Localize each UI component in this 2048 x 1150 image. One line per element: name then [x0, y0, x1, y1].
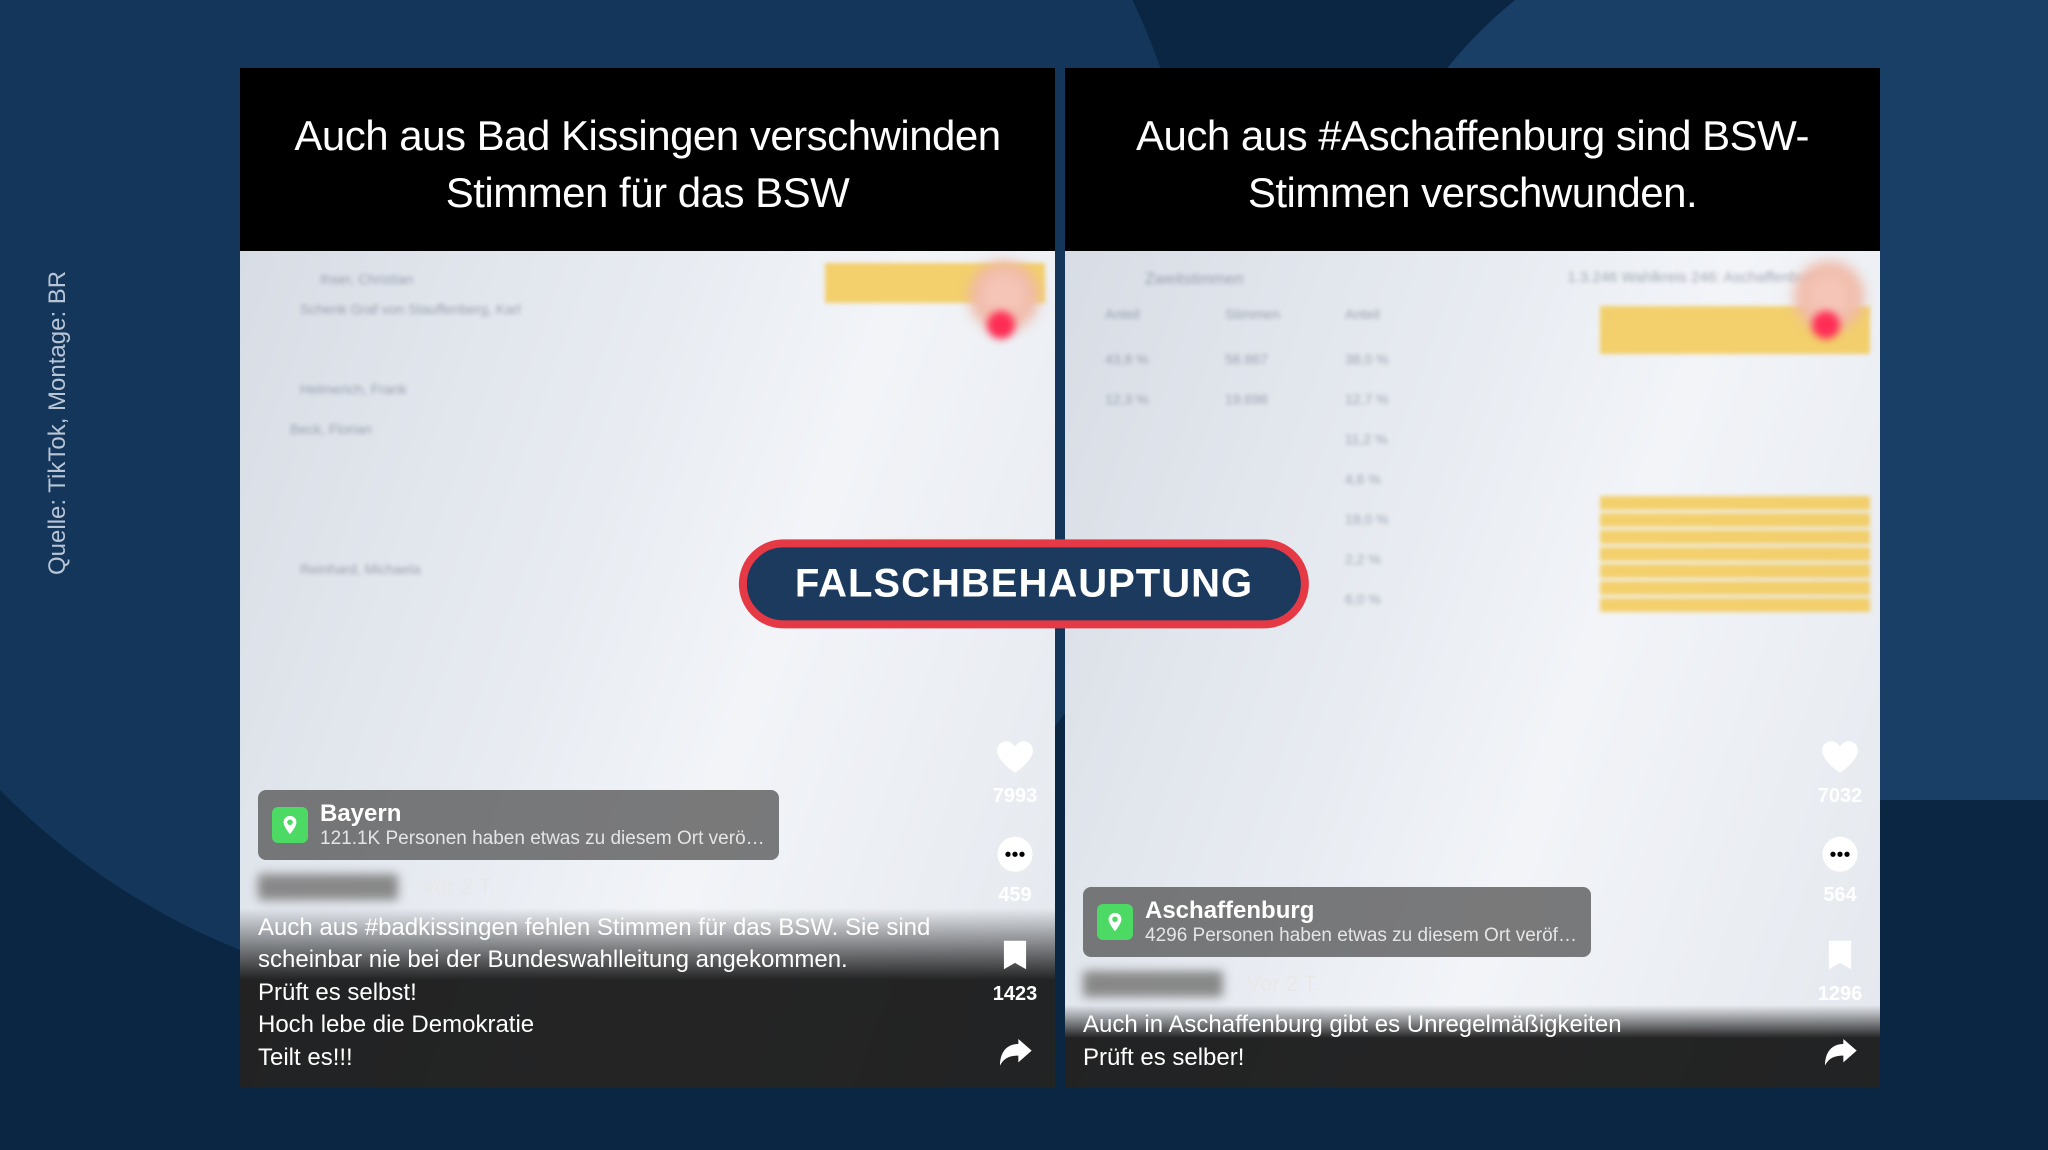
share-button[interactable]: [1816, 1030, 1864, 1078]
action-rail: 7032 564 1296: [1816, 733, 1864, 1078]
comment-icon: [991, 832, 1039, 880]
bookmark-count: 1423: [993, 983, 1038, 1006]
heart-icon: [991, 733, 1039, 781]
heart-icon: [1816, 733, 1864, 781]
timestamp: · Vor 2 T.: [408, 874, 496, 900]
comment-count: 564: [1823, 884, 1856, 907]
bookmark-button[interactable]: 1423: [991, 931, 1039, 1006]
caption: Auch in Aschaffenburg gibt es Unregelmäß…: [1065, 1005, 1880, 1088]
bookmark-button[interactable]: 1296: [1816, 931, 1864, 1006]
location-name: Bayern: [320, 800, 765, 828]
location-sub: 4296 Personen haben etwas zu diesem Ort …: [1145, 925, 1577, 947]
post-video-frame[interactable]: Ihser, Christian Schenk Graf von Stauffe…: [240, 251, 1055, 1088]
like-button[interactable]: 7032: [1816, 733, 1864, 808]
overlay: Aschaffenburg 4296 Personen haben etwas …: [1065, 251, 1880, 1088]
caption: Auch aus #badkissingen fehlen Stimmen fü…: [240, 908, 1055, 1088]
post-video-frame[interactable]: Zweitstimmen Anteil Stimmen Anteil 43,8 …: [1065, 251, 1880, 1088]
meta-row: · Vor 2 T.: [1083, 971, 1880, 997]
meta-row: · Vor 2 T.: [258, 874, 1055, 900]
bookmark-icon: [991, 931, 1039, 979]
username-blurred[interactable]: [258, 874, 398, 900]
location-pill[interactable]: Bayern 121.1K Personen haben etwas zu di…: [258, 790, 779, 860]
like-count: 7032: [1818, 785, 1863, 808]
action-rail: 7993 459 1423: [991, 733, 1039, 1078]
share-icon: [1816, 1030, 1864, 1078]
timestamp: · Vor 2 T.: [1233, 971, 1321, 997]
post-title: Auch aus Bad Kissingen verschwinden Stim…: [240, 68, 1055, 251]
location-icon: [1097, 904, 1133, 940]
share-button[interactable]: [991, 1030, 1039, 1078]
comment-button[interactable]: 564: [1816, 832, 1864, 907]
falschbehauptung-badge: FALSCHBEHAUPTUNG: [739, 539, 1309, 628]
comment-icon: [1816, 832, 1864, 880]
bookmark-count: 1296: [1818, 983, 1863, 1006]
location-name: Aschaffenburg: [1145, 897, 1577, 925]
like-count: 7993: [993, 785, 1038, 808]
location-pill[interactable]: Aschaffenburg 4296 Personen haben etwas …: [1083, 887, 1591, 957]
comment-count: 459: [998, 884, 1031, 907]
share-icon: [991, 1030, 1039, 1078]
like-button[interactable]: 7993: [991, 733, 1039, 808]
location-icon: [272, 807, 308, 843]
source-credit: Quelle: TikTok, Montage: BR: [44, 271, 72, 575]
overlay: Bayern 121.1K Personen haben etwas zu di…: [240, 251, 1055, 1088]
comment-button[interactable]: 459: [991, 832, 1039, 907]
bookmark-icon: [1816, 931, 1864, 979]
post-title: Auch aus #Aschaffenburg sind BSW-Stimmen…: [1065, 68, 1880, 251]
username-blurred[interactable]: [1083, 971, 1223, 997]
location-sub: 121.1K Personen haben etwas zu diesem Or…: [320, 828, 765, 850]
